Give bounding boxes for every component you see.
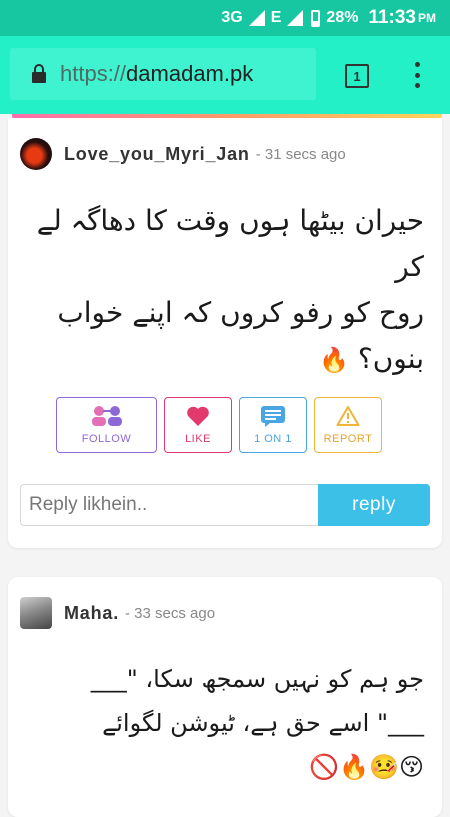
one-on-one-label: 1 ON 1 [254, 433, 292, 445]
post-line-text: روح کو رفو کروں کہ اپنے خواب بنوں؟ [57, 296, 424, 375]
post-card: Maha. - 33 secs ago جو ہم کو نہیں سمجھ س… [8, 577, 442, 817]
reply-form: reply [20, 484, 430, 526]
avatar[interactable] [20, 138, 52, 170]
network-type-2: E [270, 9, 282, 26]
url-host: damadam.pk [126, 61, 254, 86]
post-line: جو ہم کو نہیں سمجھ سکا، "___ [90, 665, 424, 693]
like-button[interactable]: LIKE [164, 397, 232, 453]
lock-icon [32, 63, 46, 83]
post-time: - 33 secs ago [125, 604, 216, 622]
action-buttons: FOLLOW LIKE 1 ON 1 REPORT [56, 397, 382, 453]
network-type: 3G [221, 9, 243, 26]
battery-percent: 28% [326, 9, 359, 26]
one-on-one-button[interactable]: 1 ON 1 [239, 397, 307, 453]
reply-button[interactable]: reply [318, 484, 430, 526]
post-line: حیران بیٹھا ہوں وقت کا دھاگہ لے کر [36, 204, 424, 283]
post-text: حیران بیٹھا ہوں وقت کا دھاگہ لے کر روح ک… [24, 198, 424, 383]
emoji-row-icon: 😚🤒🔥🚫 [309, 753, 424, 781]
post-card: Love_you_Myri_Jan - 31 secs ago حیران بی… [8, 118, 442, 548]
post-header: Maha. - 33 secs ago [20, 597, 215, 629]
report-button[interactable]: REPORT [314, 397, 382, 453]
follow-label: FOLLOW [81, 433, 132, 445]
battery-icon [311, 9, 321, 27]
browser-toolbar: https://damadam.pk 1 [0, 36, 450, 114]
clock: 11:33 PM [368, 7, 436, 29]
chat-message-icon [261, 406, 285, 427]
fire-emoji-icon: 🔥 [319, 346, 349, 374]
post-text: جو ہم کو نہیں سمجھ سکا، "___ ___" اسے حق… [24, 657, 424, 789]
clock-time: 11:33 [368, 7, 416, 28]
status-bar: 3G E 28% 11:33 PM [0, 0, 450, 36]
signal-icon-2 [287, 10, 304, 26]
heart-icon [187, 406, 209, 426]
menu-kebab-icon[interactable] [412, 62, 422, 88]
tab-switcher-button[interactable]: 1 [345, 64, 369, 88]
report-label: REPORT [323, 433, 373, 445]
address-bar[interactable]: https://damadam.pk [10, 48, 316, 100]
url-protocol: https:// [60, 61, 127, 86]
reply-input[interactable] [20, 484, 318, 526]
username-link[interactable]: Maha. [64, 603, 119, 624]
post-time: - 31 secs ago [255, 145, 346, 163]
url-text[interactable]: https://damadam.pk [60, 61, 253, 87]
avatar[interactable] [20, 597, 52, 629]
signal-icon [248, 10, 265, 26]
follow-people-icon [91, 406, 122, 426]
post-line: ___" اسے حق ہے، ٹیوشن لگوائے [102, 709, 424, 737]
clock-ampm: PM [418, 11, 436, 25]
username-link[interactable]: Love_you_Myri_Jan [64, 144, 250, 165]
post-line: روح کو رفو کروں کہ اپنے خواب بنوں؟ 🔥 [24, 290, 424, 383]
warning-icon [336, 406, 360, 426]
follow-button[interactable]: FOLLOW [56, 397, 157, 453]
post-header: Love_you_Myri_Jan - 31 secs ago [20, 138, 346, 170]
like-label: LIKE [185, 433, 211, 445]
